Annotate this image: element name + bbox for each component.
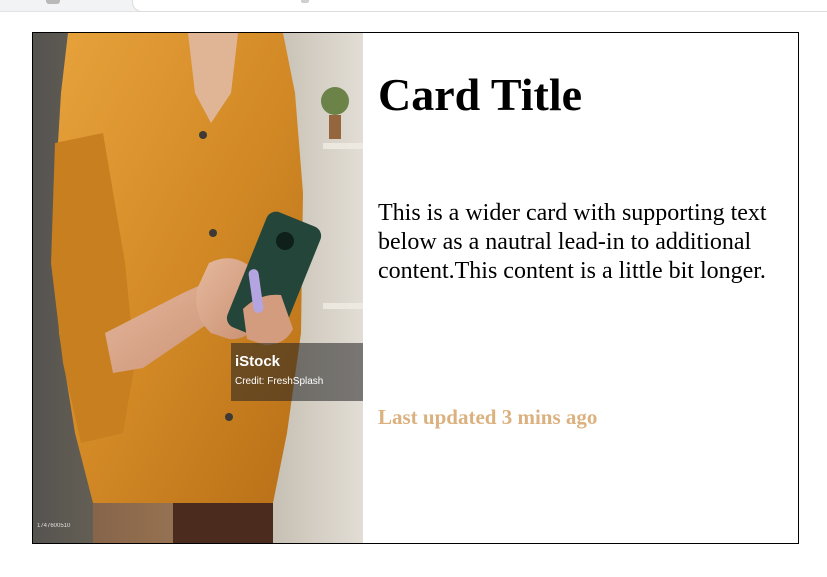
card-body: Card Title This is a wider card with sup… [363,33,798,543]
card-title: Card Title [378,69,583,120]
card: iStock Credit: FreshSplash 1747600510 Ca… [32,32,799,544]
istock-watermark: iStock Credit: FreshSplash [235,353,323,389]
tab-fragment [301,0,309,3]
active-tab[interactable] [132,0,827,12]
card-photo [33,33,363,543]
card-image: iStock Credit: FreshSplash 1747600510 [33,33,363,543]
card-updated-text: Last updated 3 mins ago [378,405,598,429]
watermark-credit: Credit: FreshSplash [235,376,324,387]
tab-strip [0,0,827,12]
image-corner-id: 1747600510 [37,523,71,529]
card-text: This is a wider card with supporting tex… [378,200,767,284]
browser-chrome [0,0,827,18]
tab-fragment [46,0,60,4]
watermark-brand: iStock [235,353,281,370]
